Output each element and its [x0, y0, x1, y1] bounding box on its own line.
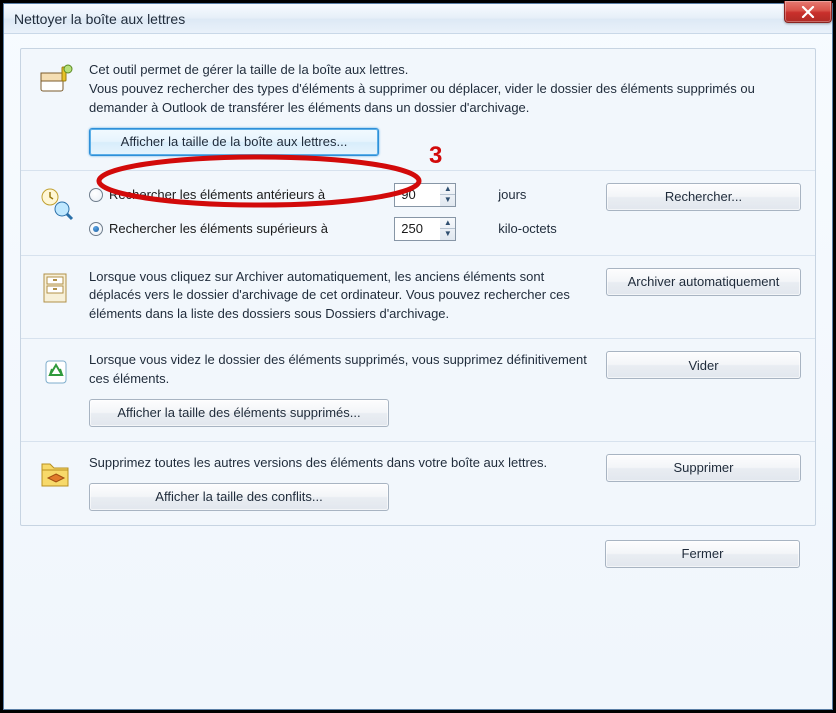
delete-conflicts-button[interactable]: Supprimer — [606, 454, 801, 482]
window-title: Nettoyer la boîte aux lettres — [14, 11, 185, 27]
titlebar: Nettoyer la boîte aux lettres — [4, 4, 832, 34]
search-content: Rechercher les éléments antérieurs à 90 … — [89, 183, 594, 241]
intro-line1: Cet outil permet de gérer la taille de l… — [89, 61, 801, 80]
radio-icon — [89, 188, 103, 202]
kb-input[interactable]: 250 — [394, 217, 442, 241]
radio-icon — [89, 222, 103, 236]
radio-older-label: Rechercher les éléments antérieurs à — [109, 187, 325, 202]
archive-desc: Lorsque vous cliquez sur Archiver automa… — [89, 268, 594, 325]
archive-content: Lorsque vous cliquez sur Archiver automa… — [89, 268, 594, 325]
archive-section: Lorsque vous cliquez sur Archiver automa… — [21, 256, 815, 340]
conflicts-desc: Supprimez toutes les autres versions des… — [89, 454, 594, 473]
chevron-up-icon: ▲ — [440, 218, 455, 230]
close-button[interactable]: Fermer — [605, 540, 800, 568]
chevron-down-icon: ▼ — [440, 229, 455, 240]
main-panel: Cet outil permet de gérer la taille de l… — [20, 48, 816, 526]
radio-larger-than[interactable]: Rechercher les éléments supérieurs à — [89, 221, 386, 236]
empty-section: Lorsque vous videz le dossier des élémen… — [21, 339, 815, 442]
conflicts-content: Supprimez toutes les autres versions des… — [89, 454, 594, 511]
close-icon — [801, 6, 815, 18]
folder-conflict-icon — [35, 454, 77, 511]
chevron-down-icon: ▼ — [440, 195, 455, 206]
radio-older-than[interactable]: Rechercher les éléments antérieurs à — [89, 187, 386, 202]
client-area: Cet outil permet de gérer la taille de l… — [4, 34, 832, 709]
archive-cabinet-icon — [35, 268, 77, 325]
conflicts-section: Supprimez toutes les autres versions des… — [21, 442, 815, 525]
intro-line2: Vous pouvez rechercher des types d'éléme… — [89, 80, 801, 118]
empty-button[interactable]: Vider — [606, 351, 801, 379]
window-close-button[interactable] — [784, 1, 832, 23]
auto-archive-button[interactable]: Archiver automatiquement — [606, 268, 801, 296]
radio-larger-label: Rechercher les éléments supérieurs à — [109, 221, 328, 236]
show-mailbox-size-button[interactable]: Afficher la taille de la boîte aux lettr… — [89, 128, 379, 156]
days-input[interactable]: 90 — [394, 183, 442, 207]
mailbox-tools-icon — [35, 61, 77, 156]
clock-search-icon — [35, 183, 77, 241]
chevron-up-icon: ▲ — [440, 184, 455, 196]
intro-section: Cet outil permet de gérer la taille de l… — [21, 49, 815, 171]
days-spinner[interactable]: ▲▼ — [440, 183, 456, 207]
show-conflicts-size-button[interactable]: Afficher la taille des conflits... — [89, 483, 389, 511]
footer: Fermer — [20, 526, 816, 568]
search-button[interactable]: Rechercher... — [606, 183, 801, 211]
kb-spinner[interactable]: ▲▼ — [440, 217, 456, 241]
recycle-bin-icon — [35, 351, 77, 427]
show-deleted-size-button[interactable]: Afficher la taille des éléments supprimé… — [89, 399, 389, 427]
kb-unit: kilo-octets — [498, 221, 594, 236]
search-section: Rechercher les éléments antérieurs à 90 … — [21, 171, 815, 256]
intro-content: Cet outil permet de gérer la taille de l… — [89, 61, 801, 156]
days-unit: jours — [498, 187, 594, 202]
dialog-window: Nettoyer la boîte aux lettres — [3, 3, 833, 710]
empty-content: Lorsque vous videz le dossier des élémen… — [89, 351, 594, 427]
empty-desc: Lorsque vous videz le dossier des élémen… — [89, 351, 594, 389]
